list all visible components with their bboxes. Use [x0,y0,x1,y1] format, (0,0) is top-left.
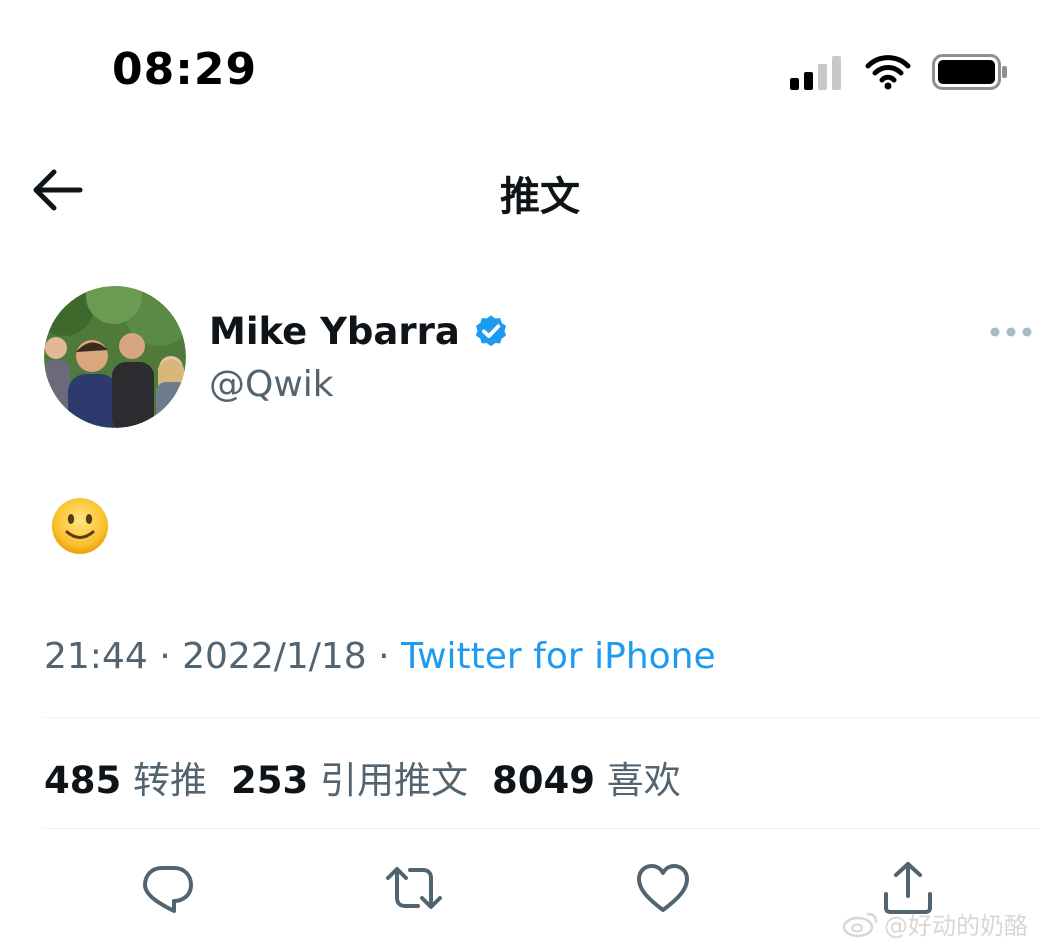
author-handle[interactable]: @Qwik [209,364,334,405]
weibo-logo-icon [842,912,878,937]
tweet-date: 2022/1/18 [182,636,367,677]
tweet-meta: 21:44 · 2022/1/18 · Twitter for iPhone [44,636,716,677]
divider [44,717,1040,718]
likes-label: 喜欢 [606,759,681,802]
tweet-source-link[interactable]: Twitter for iPhone [401,636,716,677]
avatar[interactable] [44,286,186,428]
more-horizontal-icon [990,327,1032,337]
retweets-stat[interactable]: 485 转推 [44,750,207,804]
battery-icon [932,54,1007,90]
reply-button[interactable] [138,858,198,918]
likes-count: 8049 [492,759,595,802]
retweet-icon [386,867,442,909]
like-button[interactable] [633,858,693,918]
retweets-label: 转推 [133,759,207,802]
tweet-stats: 485 转推 253 引用推文 8049 喜欢 [44,750,681,804]
status-time: 08:29 [112,44,258,95]
quotes-count: 253 [231,759,309,802]
meta-separator: · [378,636,390,677]
wifi-icon [865,55,911,90]
slightly-smiling-face-icon [52,498,108,554]
likes-stat[interactable]: 8049 喜欢 [492,750,681,804]
tweet-time: 21:44 [44,636,148,677]
watermark-text: @好动的奶酪 [884,912,1028,940]
retweet-button[interactable] [384,858,444,918]
author-name-row[interactable]: Mike Ybarra [209,310,510,353]
like-icon [637,864,689,912]
share-icon [884,862,932,914]
author-name: Mike Ybarra [209,310,460,353]
quotes-stat[interactable]: 253 引用推文 [231,750,468,804]
tweet-content [52,498,108,554]
page-title: 推文 [500,174,580,220]
more-options-button[interactable] [988,320,1034,344]
signal-icon [790,56,841,90]
watermark: @好动的奶酪 [842,906,1028,941]
divider [44,828,1040,829]
retweets-count: 485 [44,759,122,802]
verified-badge-icon [475,314,506,346]
meta-separator: · [159,636,171,677]
reply-icon [143,866,193,913]
quotes-label: 引用推文 [320,759,468,802]
